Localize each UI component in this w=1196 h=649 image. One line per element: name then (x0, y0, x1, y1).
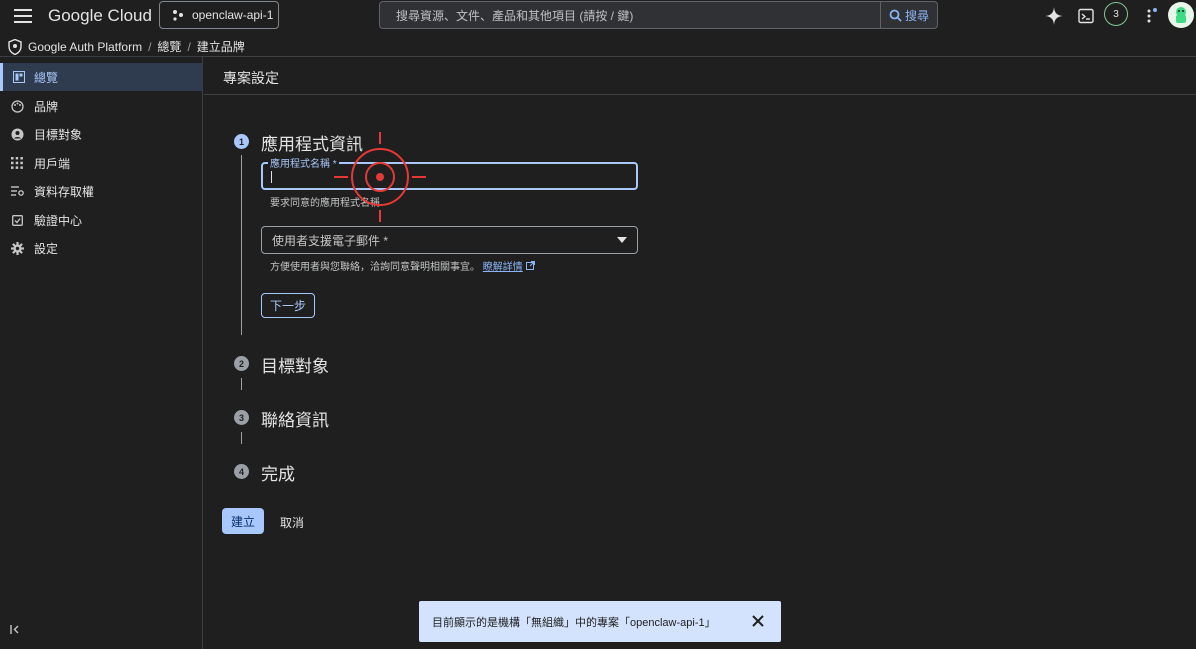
sidebar-item-label: 目標對象 (34, 127, 83, 142)
page-title: 專案設定 (223, 70, 279, 86)
step-3-indicator: 3 (234, 410, 249, 425)
search-button-label: 搜尋 (904, 8, 929, 23)
sidebar-item-branding[interactable]: 品牌 (0, 92, 203, 120)
toast-message: 目前顯示的是機構「無組織」中的專案「openclaw-api-1」 (432, 616, 716, 629)
target-crosshair-icon (334, 132, 426, 222)
search-button[interactable]: 搜尋 (880, 1, 938, 29)
verification-icon (0, 214, 34, 226)
step-4-indicator: 4 (234, 464, 249, 479)
avatar[interactable] (1168, 2, 1194, 28)
breadcrumb-separator: / (148, 39, 152, 54)
sidebar-item-label: 總覽 (34, 70, 59, 85)
menu-icon[interactable] (14, 9, 32, 23)
apps-grid-icon (0, 157, 34, 169)
step-connector (241, 378, 242, 390)
android-avatar-icon (1176, 7, 1186, 23)
sidebar-item-label: 品牌 (34, 99, 59, 114)
project-picker-button[interactable]: openclaw-api-1 (159, 1, 279, 29)
step-2-indicator: 2 (234, 356, 249, 371)
page-header: 專案設定 (204, 57, 1196, 95)
sidebar: 總覽 品牌 目標對象 用戶端 資料存取權 驗證中心 設定 (0, 57, 203, 649)
sidebar-item-label: 設定 (34, 241, 59, 256)
step-1-indicator: 1 (234, 134, 249, 149)
top-bar: Google Cloud openclaw-api-1 搜尋資源、文件、產品和其… (0, 0, 1196, 34)
step-4-title[interactable]: 完成 (261, 460, 295, 485)
step-2-title[interactable]: 目標對象 (261, 352, 329, 377)
support-email-label: 使用者支援電子郵件 * (272, 233, 389, 248)
search-icon (889, 9, 902, 22)
app-name-label: 應用程式名稱 * (268, 155, 339, 170)
breadcrumb-root[interactable]: Google Auth Platform (28, 40, 142, 54)
dropdown-arrow-icon (617, 237, 627, 243)
sidebar-item-verification[interactable]: 驗證中心 (0, 206, 203, 234)
account-circle-icon (0, 128, 34, 141)
step-3-title[interactable]: 聯絡資訊 (261, 406, 329, 431)
notifications-badge[interactable]: 3 (1104, 2, 1128, 26)
project-name: openclaw-api-1 (192, 8, 274, 22)
google-cloud-logo[interactable]: Google Cloud (48, 6, 152, 26)
next-step-button[interactable]: 下一步 (261, 293, 315, 318)
gemini-sparkle-icon[interactable] (1043, 5, 1065, 27)
shield-icon (8, 38, 22, 55)
project-toast: 目前顯示的是機構「無組織」中的專案「openclaw-api-1」 (419, 601, 781, 642)
create-button[interactable]: 建立 (222, 508, 264, 534)
breadcrumb-overview[interactable]: 總覽 (157, 38, 181, 55)
text-cursor (271, 171, 272, 183)
sidebar-item-audience[interactable]: 目標對象 (0, 120, 203, 148)
cancel-button[interactable]: 取消 (280, 514, 304, 531)
breadcrumb: Google Auth Platform / 總覽 / 建立品牌 (8, 38, 245, 55)
sidebar-item-clients[interactable]: 用戶端 (0, 149, 203, 177)
sidebar-item-overview[interactable]: 總覽 (0, 63, 203, 91)
dashboard-icon (3, 71, 34, 83)
sidebar-item-data-access[interactable]: 資料存取權 (0, 177, 203, 205)
collapse-sidebar-icon[interactable] (10, 623, 21, 638)
sidebar-item-label: 用戶端 (34, 156, 71, 171)
sidebar-item-label: 驗證中心 (34, 213, 83, 228)
cloud-shell-terminal-icon[interactable] (1075, 5, 1097, 27)
palette-icon (0, 99, 34, 113)
more-vert-icon[interactable] (1140, 5, 1162, 27)
breadcrumb-bar: Google Auth Platform / 總覽 / 建立品牌 (0, 34, 1196, 57)
step-connector (241, 155, 242, 335)
support-email-select[interactable]: 使用者支援電子郵件 * (261, 226, 638, 254)
sidebar-item-settings[interactable]: 設定 (0, 234, 203, 262)
project-hub-icon (173, 10, 183, 21)
data-access-icon (0, 185, 34, 197)
breadcrumb-current: 建立品牌 (196, 40, 245, 54)
search-input[interactable]: 搜尋資源、文件、產品和其他項目 (請按 / 鍵) (379, 1, 881, 29)
learn-more-link[interactable]: 瞭解詳情 (483, 262, 523, 273)
step-connector (241, 432, 242, 444)
sidebar-item-label: 資料存取權 (34, 184, 95, 199)
open-in-new-icon[interactable] (525, 261, 535, 270)
breadcrumb-separator: / (187, 39, 191, 54)
close-icon[interactable] (752, 614, 764, 632)
gear-icon (0, 241, 34, 255)
main-content: 專案設定 1 應用程式資訊 應用程式名稱 * 要求同意的應用程式名稱 使用者支援… (204, 57, 1196, 649)
support-email-helper: 方便使用者與您聯絡，洽詢同意聲明相關事宜。 瞭解詳情 (270, 258, 535, 273)
